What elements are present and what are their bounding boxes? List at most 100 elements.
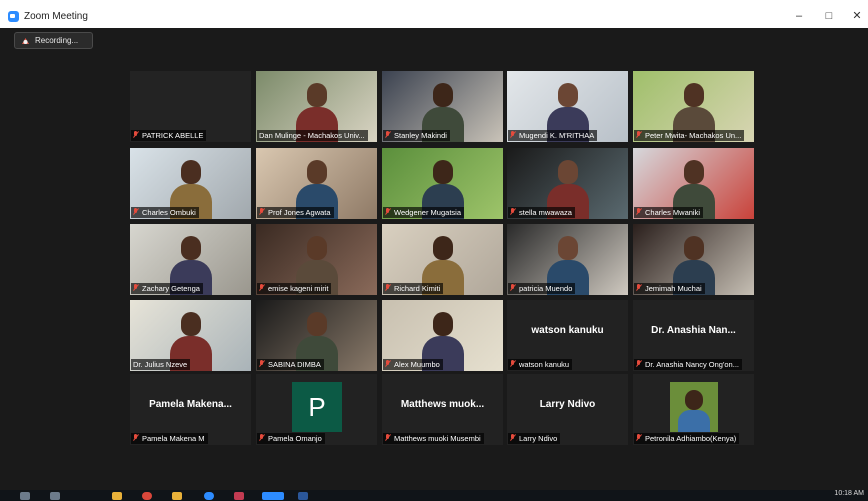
participant-name: Richard Kimiti bbox=[394, 284, 441, 293]
participant-name-tag: SABINA DIMBA bbox=[257, 359, 324, 370]
start-icon[interactable] bbox=[20, 492, 30, 500]
participant-tile[interactable]: watson kanuku watson kanuku bbox=[507, 300, 628, 371]
chrome-icon[interactable] bbox=[142, 492, 152, 500]
participant-name-tag: Dr. Julius Nzeve bbox=[131, 359, 191, 370]
muted-mic-icon bbox=[259, 284, 265, 292]
muted-mic-icon bbox=[259, 208, 265, 216]
muted-mic-icon bbox=[510, 360, 516, 368]
participant-tile[interactable]: Larry Ndivo Larry Ndivo bbox=[507, 374, 628, 445]
recording-label: Recording... bbox=[35, 36, 79, 45]
muted-mic-icon bbox=[636, 284, 642, 292]
participant-name-tag: stella mwawaza bbox=[508, 207, 575, 218]
participant-tile[interactable]: Wedgener Mugatsia bbox=[382, 148, 503, 219]
participant-name: Dr. Julius Nzeve bbox=[133, 360, 188, 369]
participant-name-tag: watson kanuku bbox=[508, 359, 573, 370]
participant-name: Pamela Makena M bbox=[142, 434, 205, 443]
muted-mic-icon bbox=[385, 131, 391, 139]
participant-name: Pamela Omanjo bbox=[268, 434, 322, 443]
muted-mic-icon bbox=[636, 434, 642, 442]
muted-mic-icon bbox=[385, 360, 391, 368]
participant-name: patricia Muendo bbox=[519, 284, 573, 293]
participant-name-tag: Pamela Omanjo bbox=[257, 433, 325, 444]
maximize-button[interactable]: □ bbox=[818, 8, 840, 24]
muted-mic-icon bbox=[510, 131, 516, 139]
taskbar-clock: 10:18 AM bbox=[834, 490, 864, 497]
muted-mic-icon bbox=[510, 208, 516, 216]
record-icon bbox=[22, 38, 29, 44]
participant-tile[interactable]: stella mwawaza bbox=[507, 148, 628, 219]
participant-name-tag: Dr. Anashia Nancy Ong'on... bbox=[634, 359, 742, 370]
participant-tile[interactable]: patricia Muendo bbox=[507, 224, 628, 295]
participant-name: Petronila Adhiambo(Kenya) bbox=[645, 434, 737, 443]
participant-tile[interactable]: Mugendi K. M'RITHAA bbox=[507, 71, 628, 142]
participant-tile[interactable]: PATRICK ABELLE bbox=[130, 71, 251, 142]
participant-name-tag: patricia Muendo bbox=[508, 283, 576, 294]
participant-tile[interactable]: Petronila Adhiambo(Kenya) bbox=[633, 374, 754, 445]
participant-display-name: Larry Ndivo bbox=[539, 399, 596, 410]
participant-tile[interactable]: Dr. Anashia Nan... Dr. Anashia Nancy Ong'… bbox=[633, 300, 754, 371]
file-explorer-icon[interactable] bbox=[112, 492, 122, 500]
participant-display-name: Pamela Makena... bbox=[149, 399, 232, 410]
participant-name: Larry Ndivo bbox=[519, 434, 558, 443]
participant-tile[interactable]: Zachary Getenga bbox=[130, 224, 251, 295]
participant-display-name: Matthews muok... bbox=[400, 399, 485, 410]
participant-name: Alex Muumbo bbox=[394, 360, 440, 369]
participant-display-name: Dr. Anashia Nan... bbox=[651, 325, 736, 336]
profile-photo bbox=[670, 382, 718, 432]
participant-tile[interactable]: emise kageni mirit bbox=[256, 224, 377, 295]
participant-tile[interactable]: Peter Mwita- Machakos Un... bbox=[633, 71, 754, 142]
participant-tile[interactable]: P Pamela Omanjo bbox=[256, 374, 377, 445]
muted-mic-icon bbox=[636, 360, 642, 368]
recording-indicator[interactable]: Recording... bbox=[14, 32, 93, 49]
store-icon[interactable] bbox=[234, 492, 244, 500]
participant-tile[interactable]: Dr. Julius Nzeve bbox=[130, 300, 251, 371]
zoom-taskbar-icon[interactable] bbox=[262, 492, 284, 500]
muted-mic-icon bbox=[385, 208, 391, 216]
participant-name: Dan Mulinge - Machakos Univ... bbox=[259, 131, 365, 140]
participant-name-tag: Stanley Makindi bbox=[383, 130, 450, 141]
participant-name-tag: Matthews muoki Musembi bbox=[383, 433, 484, 444]
edge-icon[interactable] bbox=[204, 492, 214, 500]
participant-tile[interactable]: SABINA DIMBA bbox=[256, 300, 377, 371]
participant-tile[interactable]: Charles Ombuki bbox=[130, 148, 251, 219]
participant-tile[interactable]: Richard Kimiti bbox=[382, 224, 503, 295]
muted-mic-icon bbox=[510, 434, 516, 442]
muted-mic-icon bbox=[133, 284, 139, 292]
participant-tile[interactable]: Matthews muok... Matthews muoki Musembi bbox=[382, 374, 503, 445]
search-icon[interactable] bbox=[50, 492, 60, 500]
participant-tile[interactable]: Stanley Makindi bbox=[382, 71, 503, 142]
muted-mic-icon bbox=[259, 434, 265, 442]
participant-name: stella mwawaza bbox=[519, 208, 572, 217]
participant-name-tag: Prof Jones Agwata bbox=[257, 207, 334, 218]
participant-tile[interactable]: Pamela Makena... Pamela Makena M bbox=[130, 374, 251, 445]
muted-mic-icon bbox=[636, 208, 642, 216]
participant-name-tag: Pamela Makena M bbox=[131, 433, 208, 444]
minimize-button[interactable]: – bbox=[788, 8, 810, 24]
participant-tile[interactable]: Alex Muumbo bbox=[382, 300, 503, 371]
participant-display-name: watson kanuku bbox=[531, 325, 604, 336]
participant-tile[interactable]: Prof Jones Agwata bbox=[256, 148, 377, 219]
window-title: Zoom Meeting bbox=[24, 11, 88, 22]
participant-name: Wedgener Mugatsia bbox=[394, 208, 461, 217]
participant-tile[interactable]: Charles Mwaniki bbox=[633, 148, 754, 219]
participant-name: emise kageni mirit bbox=[268, 284, 329, 293]
participant-name: Peter Mwita- Machakos Un... bbox=[645, 131, 742, 140]
word-icon[interactable] bbox=[298, 492, 308, 500]
muted-mic-icon bbox=[385, 284, 391, 292]
participant-name-tag: Charles Ombuki bbox=[131, 207, 199, 218]
participant-name-tag: Larry Ndivo bbox=[508, 433, 561, 444]
participant-name-tag: Peter Mwita- Machakos Un... bbox=[634, 130, 745, 141]
participant-tile[interactable]: Jemimah Muchai bbox=[633, 224, 754, 295]
participant-name-tag: Alex Muumbo bbox=[383, 359, 443, 370]
close-button[interactable]: ✕ bbox=[846, 8, 868, 24]
participant-name-tag: Dan Mulinge - Machakos Univ... bbox=[257, 130, 368, 141]
muted-mic-icon bbox=[133, 208, 139, 216]
participant-tile[interactable]: Dan Mulinge - Machakos Univ... bbox=[256, 71, 377, 142]
muted-mic-icon bbox=[133, 131, 139, 139]
participant-name-tag: PATRICK ABELLE bbox=[131, 130, 207, 141]
folder-icon[interactable] bbox=[172, 492, 182, 500]
participant-name: SABINA DIMBA bbox=[268, 360, 321, 369]
participant-name: Charles Ombuki bbox=[142, 208, 196, 217]
participant-name: PATRICK ABELLE bbox=[142, 131, 204, 140]
title-bar: Zoom Meeting – □ ✕ bbox=[0, 0, 868, 28]
